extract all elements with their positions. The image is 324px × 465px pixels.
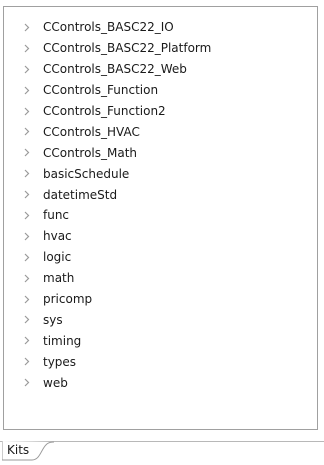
tree-item-cc-function[interactable]: CControls_Function <box>4 80 317 101</box>
chevron-right-icon[interactable] <box>21 86 33 95</box>
tree-item-logic[interactable]: logic <box>4 247 317 268</box>
chevron-right-icon[interactable] <box>21 148 33 157</box>
tree-item-label: datetimeStd <box>43 187 118 202</box>
tree-item-sys[interactable]: sys <box>4 309 317 330</box>
view-tab-bar: Kits <box>0 441 324 465</box>
tree-item-label: web <box>43 375 68 390</box>
tree-item-cc-basc22-web[interactable]: CControls_BASC22_Web <box>4 59 317 80</box>
tree-item-label: basicSchedule <box>43 166 130 181</box>
chevron-right-icon[interactable] <box>21 169 33 178</box>
chevron-right-icon[interactable] <box>21 378 33 387</box>
chevron-right-icon[interactable] <box>21 107 33 116</box>
tree-item-basic-schedule[interactable]: basicSchedule <box>4 163 317 184</box>
chevron-right-icon[interactable] <box>21 253 33 262</box>
tree-item-cc-function2[interactable]: CControls_Function2 <box>4 101 317 122</box>
chevron-right-icon[interactable] <box>21 274 33 283</box>
tree-item-label: func <box>43 208 70 223</box>
tree-item-label: pricomp <box>43 292 93 307</box>
chevron-right-icon[interactable] <box>21 65 33 74</box>
chevron-right-icon[interactable] <box>21 44 33 53</box>
tree-item-cc-math[interactable]: CControls_Math <box>4 142 317 163</box>
tree-item-label: CControls_HVAC <box>43 124 140 139</box>
tree-item-hvac[interactable]: hvac <box>4 226 317 247</box>
tree-item-label: CControls_Math <box>43 145 138 160</box>
tree-item-label: CControls_BASC22_Web <box>43 62 187 77</box>
tree-item-web[interactable]: web <box>4 372 317 393</box>
tab-label: Kits <box>7 443 30 457</box>
tree-item-label: logic <box>43 250 72 265</box>
tree-item-label: CControls_BASC22_IO <box>43 20 174 35</box>
tree-item-timing[interactable]: timing <box>4 330 317 351</box>
kits-tree-panel: CControls_BASC22_IO CControls_BASC22_Pla… <box>3 6 318 430</box>
tree-item-math[interactable]: math <box>4 268 317 289</box>
tree-item-cc-basc22-platform[interactable]: CControls_BASC22_Platform <box>4 38 317 59</box>
tree-item-label: math <box>43 271 75 286</box>
tree-item-types[interactable]: types <box>4 351 317 372</box>
tree-item-func[interactable]: func <box>4 205 317 226</box>
tree-item-cc-basc22-io[interactable]: CControls_BASC22_IO <box>4 17 317 38</box>
tree-item-label: sys <box>43 312 63 327</box>
chevron-right-icon[interactable] <box>21 336 33 345</box>
tree-item-label: timing <box>43 333 82 348</box>
tree-item-datetime-std[interactable]: datetimeStd <box>4 184 317 205</box>
chevron-right-icon[interactable] <box>21 357 33 366</box>
tree-item-pricomp[interactable]: pricomp <box>4 289 317 310</box>
chevron-right-icon[interactable] <box>21 127 33 136</box>
tree-item-label: CControls_Function <box>43 83 159 98</box>
chevron-right-icon[interactable] <box>21 232 33 241</box>
chevron-right-icon[interactable] <box>21 190 33 199</box>
tree-item-label: types <box>43 354 77 369</box>
kits-tree: CControls_BASC22_IO CControls_BASC22_Pla… <box>4 17 317 393</box>
chevron-right-icon[interactable] <box>21 23 33 32</box>
tree-item-label: CControls_Function2 <box>43 104 166 118</box>
chevron-right-icon[interactable] <box>21 315 33 324</box>
tree-item-label: hvac <box>43 229 72 244</box>
tree-item-cc-hvac[interactable]: CControls_HVAC <box>4 121 317 142</box>
chevron-right-icon[interactable] <box>21 295 33 304</box>
chevron-right-icon[interactable] <box>21 211 33 220</box>
tree-item-label: CControls_BASC22_Platform <box>43 41 212 56</box>
